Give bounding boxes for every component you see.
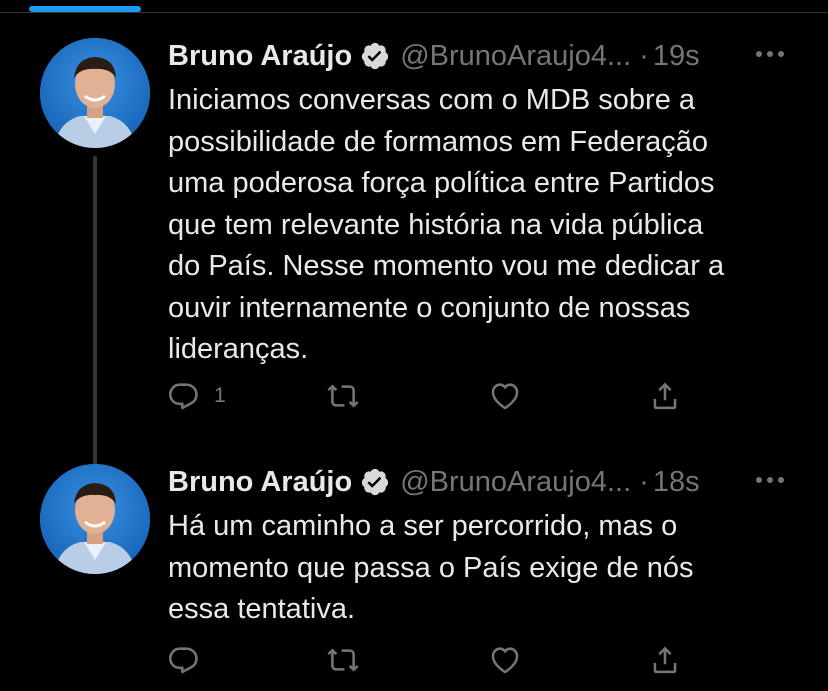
- timestamp[interactable]: 19s: [653, 40, 700, 73]
- tweet-actions: 1: [166, 376, 726, 416]
- tweet[interactable]: Bruno Araújo @BrunoAraujo4... · 18s Há u…: [0, 462, 828, 691]
- like-icon: [491, 383, 519, 410]
- author-handle[interactable]: @BrunoAraujo4...: [400, 40, 631, 73]
- share-button[interactable]: [648, 640, 682, 680]
- share-button[interactable]: [648, 376, 682, 416]
- share-icon: [653, 382, 677, 410]
- tweet-header: Bruno Araújo @BrunoAraujo4... · 19s: [168, 38, 808, 74]
- author-name[interactable]: Bruno Araújo: [168, 40, 352, 73]
- tweet-text: Há um caminho a ser percorrido, mas o mo…: [168, 510, 694, 625]
- retweet-button[interactable]: [326, 376, 374, 416]
- reply-icon: [168, 383, 198, 410]
- thread-connector: [93, 156, 97, 492]
- tweet[interactable]: Bruno Araújo @BrunoAraujo4... · 19s Inic…: [0, 36, 828, 492]
- reply-button[interactable]: 1: [166, 376, 226, 416]
- separator-dot: ·: [639, 39, 649, 72]
- tab-indicator: [29, 6, 141, 12]
- like-button[interactable]: [488, 640, 536, 680]
- tweet-text: Iniciamos conversas com o MDB sobre a po…: [168, 84, 725, 365]
- more-options-icon[interactable]: [752, 36, 788, 72]
- more-options-icon[interactable]: [752, 462, 788, 498]
- retweet-icon: [327, 384, 359, 408]
- reply-count: 1: [214, 384, 226, 407]
- top-divider: [0, 12, 828, 13]
- verified-badge-icon: [360, 41, 390, 71]
- verified-badge-icon: [360, 467, 390, 497]
- author-handle[interactable]: @BrunoAraujo4...: [400, 466, 631, 499]
- tweet-actions: [166, 640, 726, 680]
- tweet-header: Bruno Araújo @BrunoAraujo4... · 18s: [168, 464, 808, 500]
- separator-dot: ·: [639, 465, 649, 498]
- reply-icon: [168, 647, 198, 674]
- avatar[interactable]: [40, 38, 150, 148]
- like-icon: [491, 647, 519, 674]
- retweet-icon: [327, 648, 359, 672]
- reply-button[interactable]: [166, 640, 214, 680]
- timestamp[interactable]: 18s: [653, 466, 700, 499]
- share-icon: [653, 646, 677, 674]
- like-button[interactable]: [488, 376, 536, 416]
- avatar[interactable]: [40, 464, 150, 574]
- author-name[interactable]: Bruno Araújo: [168, 466, 352, 499]
- retweet-button[interactable]: [326, 640, 374, 680]
